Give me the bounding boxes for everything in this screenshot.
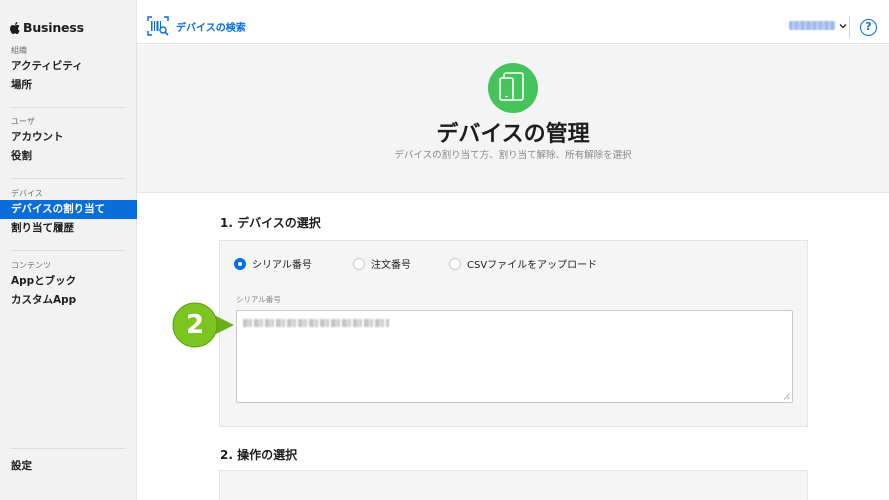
sidebar-section-organization: 組織 アクティビティ 場所 (0, 45, 137, 95)
brand-logo[interactable]: Business (10, 20, 84, 35)
account-menu[interactable] (789, 21, 847, 30)
radio-unselected-icon[interactable] (353, 257, 365, 270)
sidebar-section-title: コンテンツ (11, 261, 51, 270)
sidebar-section-devices: デバイス デバイスの割り当て 割り当て履歴 (0, 188, 137, 238)
topbar-divider (849, 16, 850, 38)
sidebar-section-footer: 設定 (0, 457, 137, 476)
option-label: シリアル番号 (252, 260, 312, 271)
resize-handle-icon[interactable] (783, 393, 790, 400)
radio-unselected-icon[interactable] (449, 257, 461, 270)
step2-title: 2. 操作の選択 (220, 448, 298, 462)
option-order-number[interactable]: 注文番号 (353, 256, 411, 271)
sidebar-item-activity[interactable]: アクティビティ (0, 57, 137, 76)
serial-number-textarea[interactable] (236, 310, 793, 403)
sidebar-item-roles[interactable]: 役割 (0, 147, 137, 166)
sidebar-divider (11, 107, 125, 108)
page-title: デバイスの管理 (436, 122, 590, 147)
sidebar-item-assignment-history[interactable]: 割り当て履歴 (0, 219, 137, 238)
sidebar-section-content: コンテンツ Appとブック カスタムApp (0, 260, 137, 310)
operation-selection-panel (219, 470, 808, 500)
radio-selected-icon[interactable] (234, 257, 246, 270)
option-csv-upload[interactable]: CSVファイルをアップロード (449, 256, 597, 271)
sidebar-section-users: ユーザ アカウント 役割 (0, 116, 137, 166)
sidebar-item-settings[interactable]: 設定 (0, 457, 137, 476)
apple-logo-icon (10, 21, 20, 34)
device-selection-panel: シリアル番号 注文番号 CSVファイルをアップロード シリアル番号 (219, 240, 808, 427)
device-search-label: デバイスの検索 (176, 22, 246, 34)
sidebar-divider (11, 178, 125, 179)
sidebar-item-device-assignment[interactable]: デバイスの割り当て (0, 200, 137, 219)
help-button[interactable]: ? (860, 19, 877, 36)
option-serial-number[interactable]: シリアル番号 (234, 256, 312, 271)
serial-number-redacted (243, 319, 389, 327)
sidebar-section-title: ユーザ (11, 117, 35, 126)
account-name-redacted (789, 21, 835, 30)
serial-number-field-label: シリアル番号 (236, 295, 281, 304)
sidebar-section-title: デバイス (11, 189, 43, 198)
option-label: 注文番号 (371, 260, 411, 271)
device-management-icon (488, 63, 538, 113)
sidebar-item-custom-apps[interactable]: カスタムApp (0, 291, 137, 310)
sidebar-item-apps-books[interactable]: Appとブック (0, 272, 137, 291)
sidebar-divider (11, 448, 125, 449)
sidebar-item-accounts[interactable]: アカウント (0, 128, 137, 147)
top-bar: デバイスの検索 ? (137, 0, 889, 44)
step1-title: 1. デバイスの選択 (220, 216, 321, 230)
option-label: CSVファイルをアップロード (467, 260, 598, 271)
sidebar: Business 組織 アクティビティ 場所 ユーザ アカウント 役割 デバイス… (0, 0, 137, 500)
barcode-search-icon (147, 16, 169, 36)
chevron-down-icon (839, 23, 847, 28)
callout-number: 2 (185, 310, 205, 340)
brand-name: Business (23, 20, 84, 35)
sidebar-section-title: 組織 (11, 46, 27, 55)
page-subtitle: デバイスの割り当て方、割り当て解除、所有解除を選択 (394, 150, 632, 161)
sidebar-divider (11, 250, 125, 251)
page-header: デバイスの管理 デバイスの割り当て方、割り当て解除、所有解除を選択 (137, 45, 889, 193)
sidebar-item-locations[interactable]: 場所 (0, 76, 137, 95)
device-search-link[interactable]: デバイスの検索 (147, 16, 246, 36)
